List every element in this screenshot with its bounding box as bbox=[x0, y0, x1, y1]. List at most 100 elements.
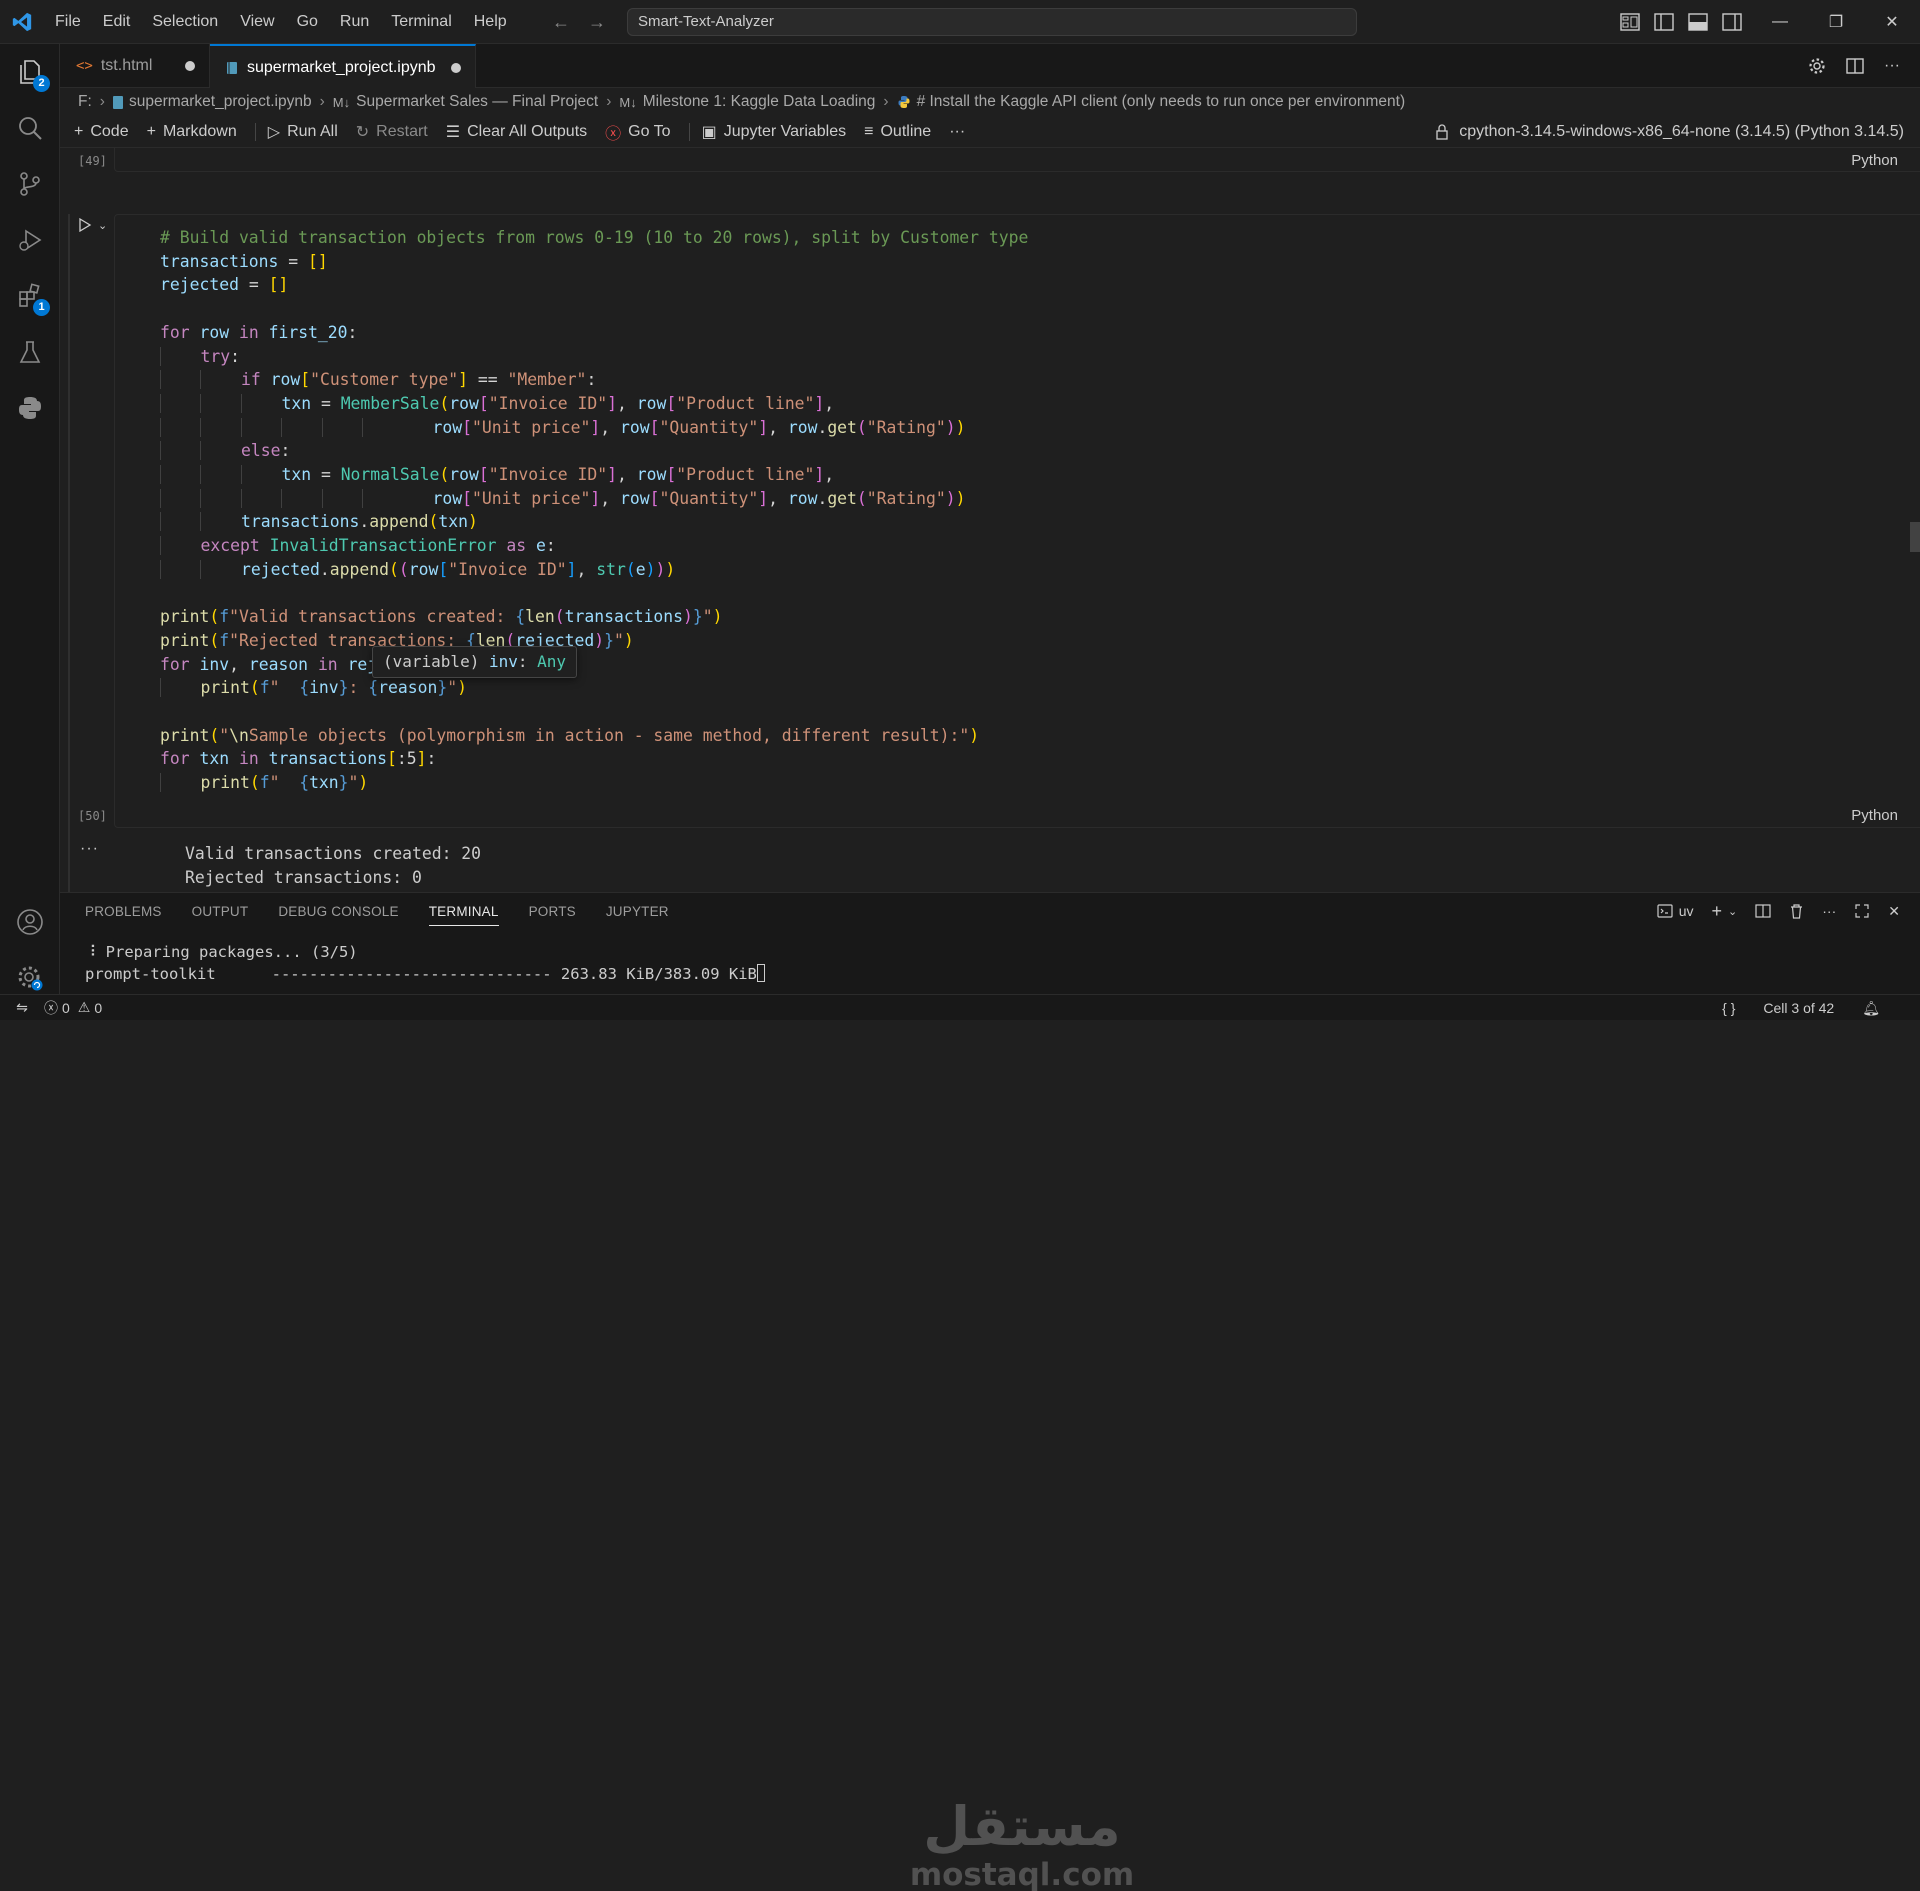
search-activity[interactable] bbox=[0, 100, 60, 156]
previous-cell-language[interactable]: Python bbox=[1851, 152, 1898, 169]
add-code-cell-button[interactable]: + Code bbox=[74, 123, 129, 141]
tab-tst-html[interactable]: <> tst.html bbox=[60, 44, 210, 88]
chevron-right-icon: › bbox=[606, 93, 612, 110]
split-terminal-icon[interactable] bbox=[1755, 903, 1771, 919]
terminal-selector[interactable]: uv bbox=[1657, 903, 1694, 919]
split-editor-icon[interactable] bbox=[1846, 57, 1864, 75]
hover-kind: (variable) bbox=[383, 652, 480, 671]
previous-code-cell[interactable] bbox=[114, 148, 1920, 172]
account-icon bbox=[17, 909, 43, 935]
code-editor[interactable]: # Build valid transaction objects from r… bbox=[160, 226, 1028, 795]
toggle-secondary-sidebar-icon[interactable] bbox=[1722, 13, 1742, 31]
back-arrow-icon[interactable]: ← bbox=[552, 12, 570, 33]
warning-count: 0 bbox=[94, 999, 103, 1016]
toggle-primary-sidebar-icon[interactable] bbox=[1654, 13, 1674, 31]
html-file-icon: <> bbox=[76, 58, 93, 74]
clear-all-icon: ☰ bbox=[445, 123, 461, 141]
restart-button[interactable]: ↻ Restart bbox=[356, 122, 428, 142]
menu-terminal[interactable]: Terminal bbox=[380, 0, 462, 44]
chevron-right-icon: › bbox=[99, 93, 105, 110]
hover-type: Any bbox=[537, 652, 567, 671]
notifications-bell-icon[interactable]: 🔔︎ bbox=[1862, 1000, 1880, 1017]
panel-tab-output[interactable]: OUTPUT bbox=[192, 904, 249, 919]
breadcrumb-section-1[interactable]: Supermarket Sales — Final Project bbox=[356, 93, 598, 111]
python-activity[interactable] bbox=[0, 380, 60, 436]
terminal-output[interactable]: ⠸ Preparing packages... (3/5) prompt-tool… bbox=[85, 941, 765, 985]
menu-view[interactable]: View bbox=[229, 0, 285, 44]
gear-icon bbox=[18, 966, 43, 991]
more-actions-icon[interactable]: ··· bbox=[1884, 57, 1900, 75]
run-all-button[interactable]: ▷ Run All bbox=[268, 122, 338, 142]
modified-dot-icon[interactable] bbox=[185, 61, 195, 71]
output-actions-icon[interactable]: ··· bbox=[80, 840, 99, 858]
trash-icon[interactable] bbox=[1789, 903, 1804, 919]
notebook-toolbar: + Code + Markdown ▷ Run All ↻ Restart ☰ Clear… bbox=[60, 116, 1920, 148]
menu-run[interactable]: Run bbox=[329, 0, 380, 44]
breadcrumb-cell[interactable]: # Install the Kaggle API client (only ne… bbox=[917, 93, 1406, 111]
panel-actions: uv + ⌄ ··· ✕ bbox=[1657, 893, 1900, 929]
panel-tab-problems[interactable]: PROBLEMS bbox=[85, 904, 162, 919]
run-debug-activity[interactable] bbox=[0, 212, 60, 268]
menu-help[interactable]: Help bbox=[463, 0, 518, 44]
terminal-line: ⠸ Preparing packages... (3/5) bbox=[85, 943, 358, 961]
explorer-activity[interactable]: 2 bbox=[0, 44, 60, 100]
kernel-picker[interactable]: cpython-3.14.5-windows-x86_64-none (3.14… bbox=[1435, 116, 1904, 148]
editor-actions: ··· bbox=[1808, 44, 1900, 88]
source-control-activity[interactable] bbox=[0, 156, 60, 212]
panel-tab-debug-console[interactable]: DEBUG CONSOLE bbox=[278, 904, 398, 919]
restart-icon: ↻ bbox=[355, 123, 370, 141]
jupyter-variables-button[interactable]: ▣ Jupyter Variables bbox=[702, 122, 847, 142]
more-toolbar-actions-icon[interactable]: ··· bbox=[949, 123, 965, 141]
layout-controls bbox=[1620, 0, 1742, 44]
add-code-label: Code bbox=[90, 122, 129, 140]
breadcrumb-file[interactable]: supermarket_project.ipynb bbox=[129, 93, 312, 111]
maximize-panel-icon[interactable] bbox=[1854, 903, 1870, 919]
minimize-icon[interactable]: — bbox=[1752, 0, 1808, 44]
menu-file[interactable]: File bbox=[44, 0, 92, 44]
toggle-panel-icon[interactable] bbox=[1688, 13, 1708, 31]
problems-indicator[interactable]: ⓧ 0 ⚠ 0 bbox=[44, 998, 102, 1018]
notebook-settings-gear-icon[interactable] bbox=[1808, 57, 1826, 75]
close-panel-icon[interactable]: ✕ bbox=[1888, 903, 1900, 920]
panel-tab-ports[interactable]: PORTS bbox=[529, 904, 576, 919]
modified-dot-icon[interactable] bbox=[451, 62, 461, 73]
chevron-right-icon: › bbox=[883, 93, 889, 110]
cell-position[interactable]: Cell 3 of 42 bbox=[1763, 1000, 1834, 1016]
command-center-search[interactable]: Smart-Text-Analyzer bbox=[627, 8, 1357, 36]
editor-tab-bar: <> tst.html supermarket_project.ipynb ··… bbox=[60, 44, 1920, 89]
outline-button[interactable]: ≡ Outline bbox=[864, 123, 931, 141]
restore-icon[interactable]: ❐ bbox=[1808, 0, 1864, 44]
chevron-down-icon[interactable]: ⌄ bbox=[98, 219, 107, 232]
go-to-button[interactable]: ⓧ Go To bbox=[605, 120, 670, 144]
add-markdown-cell-button[interactable]: + Markdown bbox=[147, 123, 237, 141]
breadcrumb-section-2[interactable]: Milestone 1: Kaggle Data Loading bbox=[643, 93, 876, 111]
cell-language[interactable]: Python bbox=[1851, 807, 1898, 824]
menu-selection[interactable]: Selection bbox=[141, 0, 229, 44]
accounts-activity[interactable] bbox=[0, 894, 60, 950]
close-window-icon[interactable]: ✕ bbox=[1864, 0, 1920, 44]
new-terminal-plus-icon[interactable]: + bbox=[1712, 901, 1723, 922]
terminal-icon bbox=[1657, 904, 1673, 918]
menu-edit[interactable]: Edit bbox=[92, 0, 142, 44]
forward-arrow-icon[interactable]: → bbox=[588, 12, 606, 33]
terminal-dropdown-chevron-icon[interactable]: ⌄ bbox=[1728, 905, 1737, 918]
breadcrumb-drive[interactable]: F: bbox=[78, 93, 92, 111]
customize-layout-icon[interactable] bbox=[1620, 13, 1640, 31]
menu-go[interactable]: Go bbox=[286, 0, 329, 44]
run-cell-button[interactable]: ⌄ bbox=[78, 218, 107, 232]
clear-all-outputs-button[interactable]: ☰ Clear All Outputs bbox=[446, 122, 587, 142]
variables-label: Jupyter Variables bbox=[723, 122, 847, 140]
more-panel-actions-icon[interactable]: ··· bbox=[1822, 903, 1836, 919]
language-mode-braces[interactable]: { } bbox=[1722, 1000, 1735, 1016]
panel-tab-terminal[interactable]: TERMINAL bbox=[428, 904, 499, 926]
remote-indicator[interactable]: ⇋ bbox=[0, 995, 44, 1021]
extensions-activity[interactable]: 1 bbox=[0, 268, 60, 324]
testing-activity[interactable] bbox=[0, 324, 60, 380]
extensions-badge: 1 bbox=[33, 299, 50, 316]
panel-tab-jupyter[interactable]: JUPYTER bbox=[606, 904, 669, 919]
scrollbar-thumb[interactable] bbox=[1910, 522, 1920, 552]
notebook-editor[interactable]: [49] Python ⌄ # Build valid transaction … bbox=[60, 148, 1920, 892]
variables-icon: ▣ bbox=[701, 123, 717, 141]
tab-supermarket-project[interactable]: supermarket_project.ipynb bbox=[210, 44, 476, 89]
warning-icon: ⚠ bbox=[77, 999, 91, 1015]
